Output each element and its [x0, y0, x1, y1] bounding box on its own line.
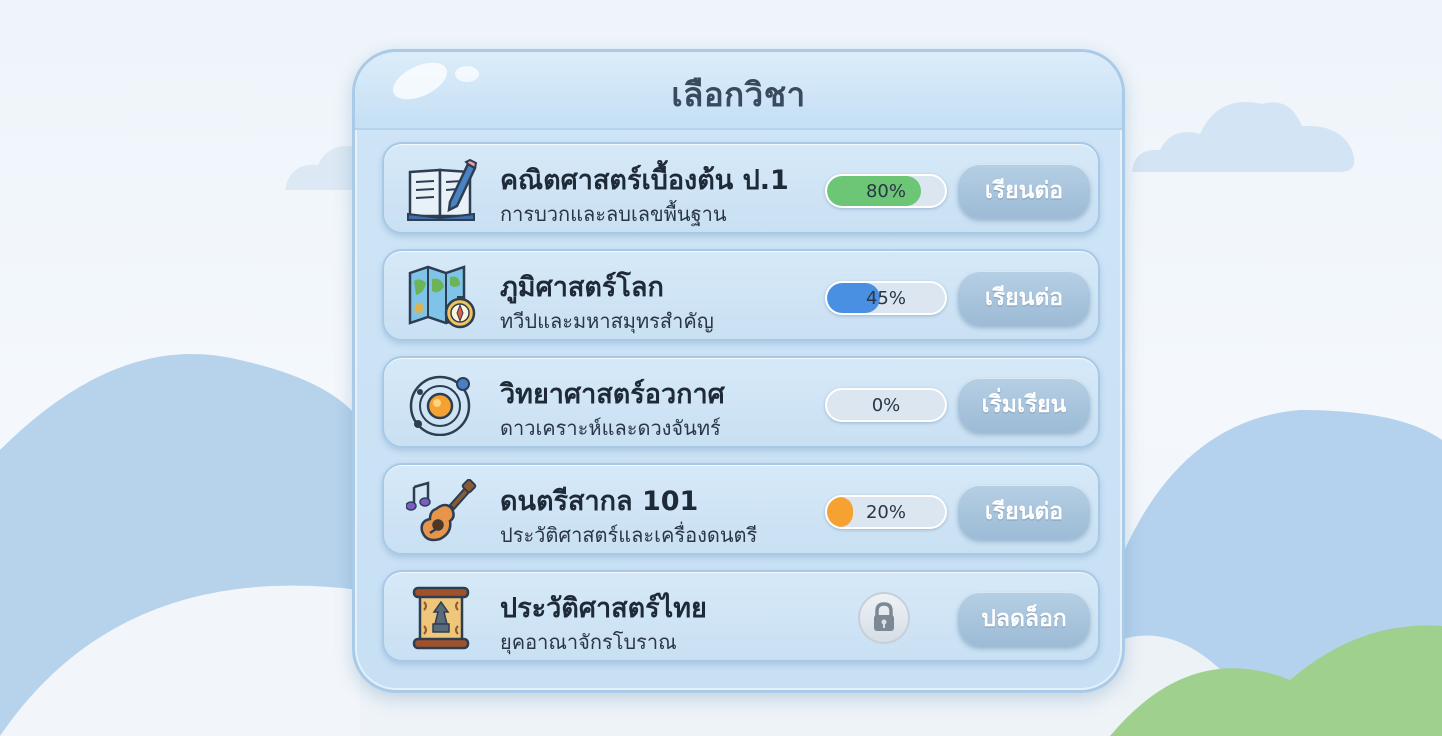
map-compass-icon — [408, 265, 476, 329]
course-title: ดนตรีสากล 101 — [500, 486, 699, 517]
progress-bar: 45% — [825, 281, 947, 315]
progress-bar: 0% — [825, 388, 947, 422]
unlock-button[interactable]: ปลดล็อก — [958, 592, 1090, 646]
progress-value: 80% — [865, 181, 906, 202]
progress-bar: 20% — [825, 495, 947, 529]
course-title: ประวัติศาสตร์ไทย — [500, 593, 707, 624]
course-title: ภูมิศาสตร์โลก — [500, 272, 664, 303]
cloud-right — [1132, 102, 1355, 172]
continue-button[interactable]: เรียนต่อ — [958, 271, 1090, 325]
course-row-music[interactable]: ดนตรีสากล 101 ประวัติศาสตร์และเครื่องดนต… — [382, 463, 1100, 555]
progress-value: 0% — [871, 395, 901, 416]
course-row-thai-history[interactable]: ประวัติศาสตร์ไทย ยุคอาณาจักรโบราณ ปลดล็อ… — [382, 570, 1100, 662]
course-title: วิทยาศาสตร์อวกาศ — [500, 379, 725, 410]
course-row-space[interactable]: วิทยาศาสตร์อวกาศ ดาวเคราะห์และดวงจันทร์ … — [382, 356, 1100, 448]
guitar-music-icon — [406, 479, 477, 542]
progress-bar: 80% — [825, 174, 947, 208]
course-subtitle: การบวกและลบเลขพื้นฐาน — [500, 202, 727, 226]
course-subtitle: ดาวเคราะห์และดวงจันทร์ — [500, 416, 721, 440]
book-pencil-icon — [407, 158, 478, 221]
course-subtitle: ประวัติศาสตร์และเครื่องดนตรี — [500, 523, 758, 547]
continue-button[interactable]: เรียนต่อ — [958, 164, 1090, 218]
course-row-geography[interactable]: ภูมิศาสตร์โลก ทวีปและมหาสมุทรสำคัญ 45% เ… — [382, 249, 1100, 341]
ancient-scroll-icon — [412, 586, 470, 650]
start-button[interactable]: เริ่มเรียน — [958, 378, 1090, 432]
continue-button[interactable]: เรียนต่อ — [958, 485, 1090, 539]
progress-value: 45% — [865, 288, 906, 309]
lock-icon — [858, 592, 910, 644]
course-row-math[interactable]: คณิตศาสตร์เบื้องต้น ป.1 การบวกและลบเลขพื… — [382, 142, 1100, 234]
course-subtitle: ทวีปและมหาสมุทรสำคัญ — [500, 309, 714, 333]
course-select-panel: เลือกวิชา คณิตศาสตร์เบื้องต้น ป.1 การบวก… — [352, 49, 1125, 693]
progress-value: 20% — [865, 502, 906, 523]
course-title: คณิตศาสตร์เบื้องต้น ป.1 — [500, 165, 789, 196]
course-subtitle: ยุคอาณาจักรโบราณ — [500, 630, 677, 654]
panel-header: เลือกวิชา — [355, 52, 1122, 130]
panel-title: เลือกวิชา — [671, 75, 806, 114]
solar-system-icon — [409, 375, 471, 436]
